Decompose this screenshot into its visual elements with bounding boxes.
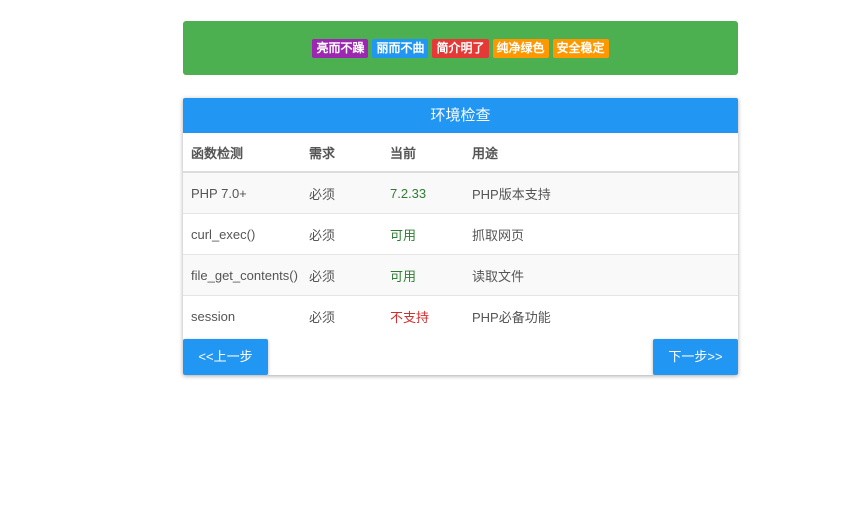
header-requirement: 需求 xyxy=(309,145,336,161)
header-purpose: 用途 xyxy=(472,145,499,161)
cell-requirement: 必须 xyxy=(309,227,336,243)
previous-step-button[interactable]: <<上一步 xyxy=(183,339,268,375)
cell-current-status: 可用 xyxy=(390,227,417,243)
cell-purpose: 抓取网页 xyxy=(472,227,525,243)
slogan-banner: 亮而不躁 丽而不曲 简介明了 纯净绿色 安全稳定 xyxy=(183,21,738,75)
cell-purpose: PHP必备功能 xyxy=(472,310,551,325)
slogan-tag-4: 纯净绿色 xyxy=(492,38,549,58)
table-row: file_get_contents() 必须 可用 读取文件 xyxy=(183,255,738,296)
table-row: session 必须 不支持 PHP必备功能 xyxy=(183,296,738,337)
cell-purpose: PHP版本支持 xyxy=(472,186,551,202)
slogan-tag-1: 亮而不躁 xyxy=(312,38,369,58)
header-function: 函数检测 xyxy=(191,145,244,161)
next-step-button[interactable]: 下一步>> xyxy=(653,339,738,375)
environment-table: 函数检测 需求 当前 用途 PHP 7.0+ 必须 7.2.33 PHP版本支持… xyxy=(183,133,738,337)
panel-title: 环境检查 xyxy=(183,98,738,133)
cell-function: session xyxy=(191,309,236,324)
cell-current-status: 7.2.33 xyxy=(390,185,427,201)
cell-function: PHP 7.0+ xyxy=(191,185,247,201)
environment-check-panel: 环境检查 函数检测 需求 当前 用途 PHP 7.0+ 必须 7.2.33 PH… xyxy=(183,98,738,375)
slogan-tag-3: 简介明了 xyxy=(432,38,489,58)
cell-requirement: 必须 xyxy=(309,268,336,284)
table-header-row: 函数检测 需求 当前 用途 xyxy=(183,133,738,173)
header-current: 当前 xyxy=(390,145,417,161)
cell-purpose: 读取文件 xyxy=(472,268,525,284)
cell-requirement: 必须 xyxy=(309,186,336,202)
slogan-tag-2: 丽而不曲 xyxy=(372,38,429,58)
cell-current-status: 可用 xyxy=(390,268,417,284)
cell-requirement: 必须 xyxy=(309,310,336,325)
cell-current-status: 不支持 xyxy=(390,310,430,325)
table-row: curl_exec() 必须 可用 抓取网页 xyxy=(183,214,738,255)
slogan-tag-5: 安全稳定 xyxy=(552,38,609,58)
table-row: PHP 7.0+ 必须 7.2.33 PHP版本支持 xyxy=(183,173,738,214)
cell-function: curl_exec() xyxy=(191,226,256,242)
cell-function: file_get_contents() xyxy=(191,267,298,283)
